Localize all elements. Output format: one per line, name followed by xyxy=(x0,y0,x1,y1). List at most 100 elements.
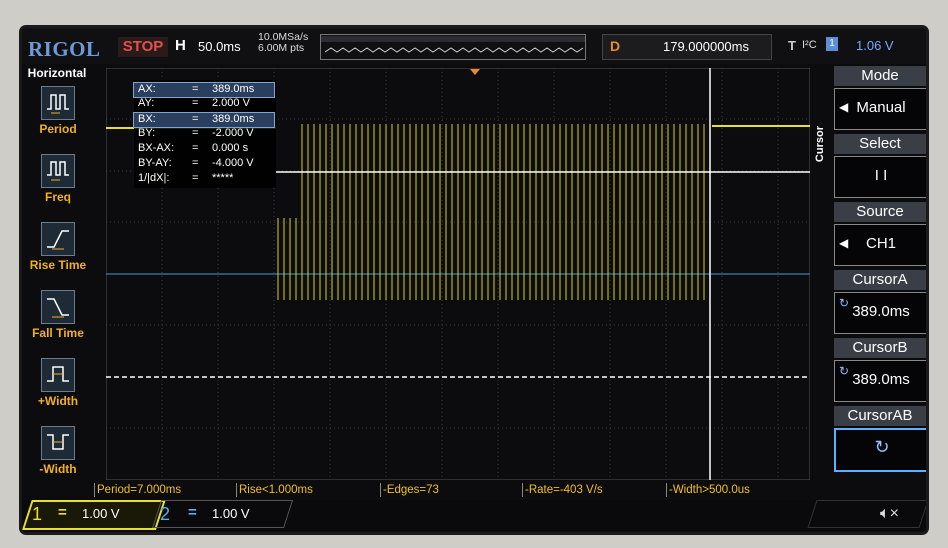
measure-rise-time-button[interactable] xyxy=(41,222,75,256)
trigger-label: T xyxy=(788,38,796,53)
memory-depth: 6.00M pts xyxy=(258,42,305,54)
ch2-coupling-icon: = xyxy=(188,504,197,521)
menu-value-box[interactable]: ↻ 389.0ms xyxy=(834,292,926,334)
menu-value: Manual xyxy=(856,99,906,116)
rise-time-icon xyxy=(47,230,69,250)
delay-label: D xyxy=(610,38,621,54)
readout-key: AY: xyxy=(138,97,155,109)
menu-title: Mode xyxy=(834,66,926,86)
ch2-number: 2 xyxy=(160,504,171,524)
measure-pos-width-button[interactable] xyxy=(41,358,75,392)
cursor-readout-row: BX-AX: = 0.000 s xyxy=(134,142,276,156)
menu-value-box[interactable]: ◀ CH1 xyxy=(834,224,926,266)
measure-period-label: Period xyxy=(39,122,77,136)
cursor-readout-row: BY-AY: = -4.000 V xyxy=(134,157,276,171)
timebase-value[interactable]: 50.0ms xyxy=(198,39,241,54)
freq-icon xyxy=(47,161,69,181)
readout-key: BY-AY: xyxy=(138,157,172,169)
menu-value: 389.0ms xyxy=(852,371,910,388)
readout-value: 389.0ms xyxy=(212,113,255,125)
delay-value: 179.000000ms xyxy=(662,39,749,54)
menu-value: ↻ xyxy=(874,437,890,457)
meas-edges[interactable]: -Edges=73 xyxy=(380,483,523,497)
ch2-scale: 1.00 V xyxy=(212,506,250,521)
readout-value: -4.000 V xyxy=(212,157,254,169)
oscilloscope-screen: RIGOL STOP H 50.0ms 10.0MSa/s 6.00M pts … xyxy=(22,28,926,532)
readout-value: 0.000 s xyxy=(212,142,249,154)
run-state-badge[interactable]: STOP xyxy=(118,37,168,57)
menu-title: CursorAB xyxy=(834,406,926,426)
measure-rise-time-label: Rise Time xyxy=(29,258,87,272)
menu-title: CursorB xyxy=(834,338,926,358)
measure-freq-button[interactable] xyxy=(41,154,75,188)
measure-freq-label: Freq xyxy=(44,190,71,204)
menu-title: Select xyxy=(834,134,926,154)
fall-time-icon xyxy=(47,298,69,318)
readout-value: 389.0ms xyxy=(212,83,255,95)
measure-fall-time-button[interactable] xyxy=(41,290,75,324)
readout-eq: = xyxy=(192,127,199,139)
status-box xyxy=(807,500,926,528)
trigger-channel-badge: 1 xyxy=(826,37,838,51)
measure-period-button[interactable] xyxy=(41,86,75,120)
cursor-readout-row: BY: = -2.000 V xyxy=(134,127,276,141)
menu-value-box[interactable]: I I xyxy=(834,156,926,198)
speaker-mute-icon[interactable]: 🔈︎× xyxy=(880,505,899,523)
readout-value: ***** xyxy=(212,172,234,184)
ch1-scale: 1.00 V xyxy=(82,506,120,521)
menu-title: Source xyxy=(834,202,926,222)
cursor-readout-panel: AX: = 389.0ms AY: = 2.000 V BX: = 389.0ms BY: = -2.… xyxy=(133,80,276,188)
readout-key: BX: xyxy=(138,113,156,125)
trigger-time-marker xyxy=(470,69,480,75)
period-icon xyxy=(47,94,69,114)
cursor-readout-row: AY: = 2.000 V xyxy=(134,97,276,111)
measure-neg-width-label: -Width xyxy=(39,462,77,476)
readout-eq: = xyxy=(192,172,199,184)
readout-value: -2.000 V xyxy=(212,127,254,139)
trigger-level[interactable]: 1.06 V xyxy=(856,38,894,53)
menu-value-box[interactable]: ↻ xyxy=(834,428,926,472)
pos-width-icon xyxy=(47,366,69,382)
menu-value-box[interactable]: ↻ 389.0ms xyxy=(834,360,926,402)
cursor-readout-row: AX: = 389.0ms xyxy=(133,82,275,98)
readout-key: AX: xyxy=(138,83,156,95)
meas-rate[interactable]: -Rate=-403 V/s xyxy=(522,483,665,497)
measurement-bar: Period=7.000ms Rise<1.000ms -Edges=73 -R… xyxy=(92,482,810,498)
menu-value: 389.0ms xyxy=(852,303,910,320)
meas-width[interactable]: -Width>500.0us xyxy=(666,483,809,497)
ch1-number: 1 xyxy=(32,504,43,524)
menu-value-box[interactable]: ◀ Manual xyxy=(834,88,926,130)
ch1-coupling-icon: = xyxy=(58,504,67,521)
delay-display[interactable]: 179.000000ms xyxy=(602,34,772,60)
readout-key: 1/|dX|: xyxy=(138,172,170,184)
readout-eq: = xyxy=(192,157,199,169)
horizontal-measure-menu: Horizontal Period Freq Rise Time Fall Ti… xyxy=(22,66,92,482)
trigger-type: I²C xyxy=(802,39,817,51)
readout-eq: = xyxy=(192,142,199,154)
cursor-readout-row: 1/|dX|: = ***** xyxy=(134,172,276,186)
meas-rise[interactable]: Rise<1.000ms xyxy=(236,483,379,497)
horizontal-label: H xyxy=(175,37,186,54)
memory-waveform-preview xyxy=(321,36,585,53)
top-status-bar: RIGOL STOP H 50.0ms 10.0MSa/s 6.00M pts … xyxy=(22,28,926,64)
channel-bar: 1 = 1.00 V 2 = 1.00 V 🔈︎× xyxy=(22,500,926,532)
cursor-tab: Cursor xyxy=(814,126,826,163)
readout-key: BX-AX: xyxy=(138,142,175,154)
readout-eq: = xyxy=(192,83,199,95)
brand-logo: RIGOL xyxy=(28,37,101,61)
cursor-readout-row: BX: = 389.0ms xyxy=(133,112,275,128)
meas-period[interactable]: Period=7.000ms xyxy=(94,483,237,497)
memory-overview xyxy=(320,34,679,60)
measure-fall-time-label: Fall Time xyxy=(32,326,84,340)
menu-title: CursorA xyxy=(834,270,926,290)
menu-title: Horizontal xyxy=(27,66,87,80)
measure-neg-width-button[interactable] xyxy=(41,426,75,460)
neg-width-icon xyxy=(47,434,69,450)
menu-value: I I xyxy=(874,167,888,184)
menu-value: CH1 xyxy=(865,235,896,252)
readout-eq: = xyxy=(192,97,199,109)
readout-eq: = xyxy=(192,113,199,125)
measure-pos-width-label: +Width xyxy=(37,394,79,408)
cursor-menu: Cursor Mode ◀ Manual Select I I Source ◀ CH1 Cur… xyxy=(812,66,926,486)
readout-key: BY: xyxy=(138,127,156,139)
